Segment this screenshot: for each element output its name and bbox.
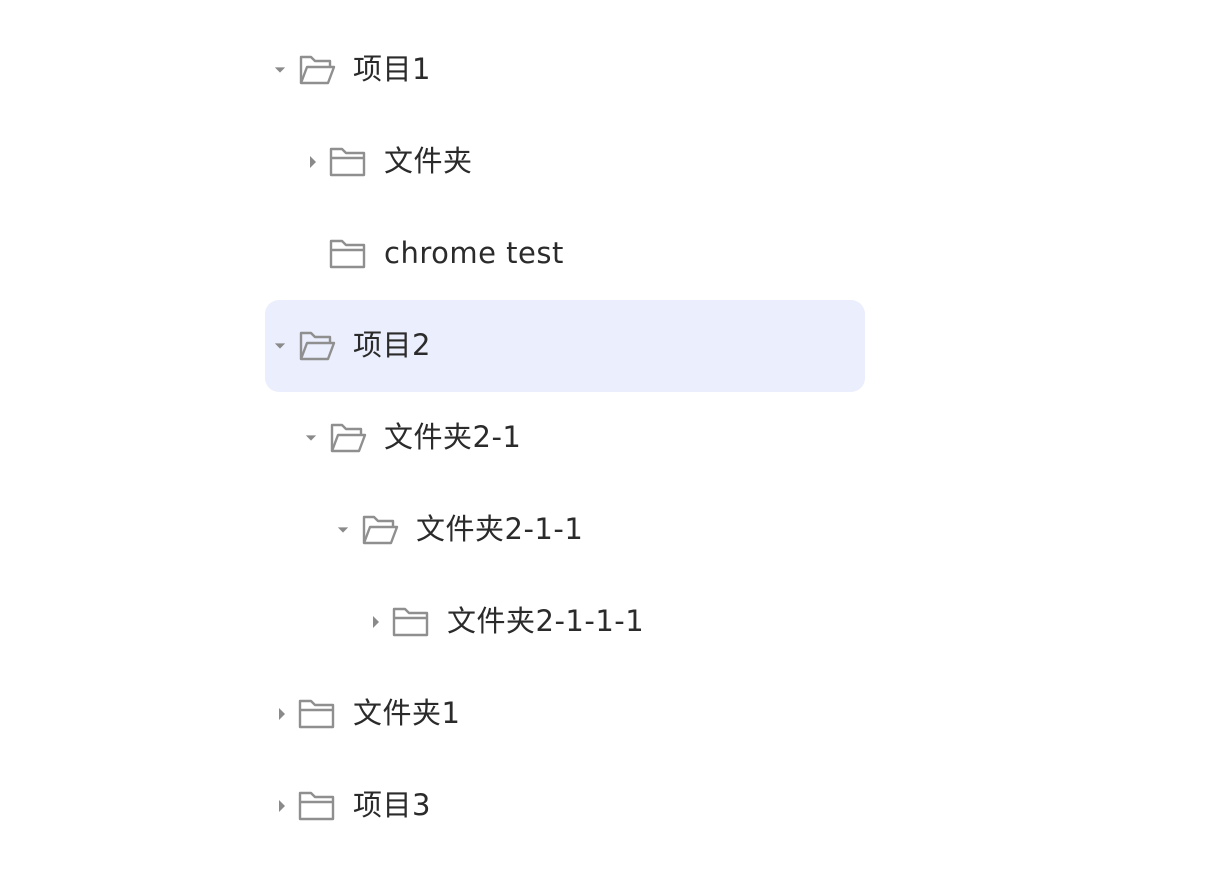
tree-item-folder-2-1-1[interactable]: 文件夹2-1-1 (265, 484, 865, 576)
folder-icon (329, 145, 367, 179)
folder-icon (298, 789, 336, 823)
folder-open-icon (329, 421, 367, 455)
tree-item-label: 文件夹 (384, 144, 473, 178)
tree-item-label: 文件夹2-1 (384, 420, 522, 454)
tree-item-label: 项目3 (353, 788, 431, 822)
tree-item-label: 项目2 (353, 328, 431, 362)
tree-item-folder-2-1-1-1[interactable]: 文件夹2-1-1-1 (265, 576, 865, 668)
caret-down-icon[interactable] (274, 340, 286, 352)
folder-open-icon (298, 53, 336, 87)
tree-item-label: 项目1 (353, 52, 431, 86)
caret-down-icon[interactable] (337, 524, 349, 536)
folder-icon (392, 605, 430, 639)
folder-tree: 项目1 文件夹 chrome test 项目2 文件夹2-1 文件夹2-1-1 … (265, 24, 865, 852)
tree-item-folder-2-1[interactable]: 文件夹2-1 (265, 392, 865, 484)
tree-item-project-3[interactable]: 项目3 (265, 760, 865, 852)
caret-right-icon[interactable] (370, 616, 382, 628)
tree-item-chrome-test[interactable]: chrome test (265, 208, 865, 300)
tree-item-project-1[interactable]: 项目1 (265, 24, 865, 116)
folder-icon (329, 237, 367, 271)
folder-open-icon (298, 329, 336, 363)
tree-item-label: 文件夹2-1-1-1 (447, 604, 645, 638)
folder-icon (298, 697, 336, 731)
tree-item-label: chrome test (384, 236, 564, 270)
tree-item-folder[interactable]: 文件夹 (265, 116, 865, 208)
caret-right-icon[interactable] (307, 156, 319, 168)
tree-item-label: 文件夹2-1-1 (416, 512, 584, 546)
caret-right-icon[interactable] (276, 708, 288, 720)
caret-down-icon[interactable] (305, 432, 317, 444)
caret-right-icon[interactable] (276, 800, 288, 812)
tree-item-folder-1[interactable]: 文件夹1 (265, 668, 865, 760)
tree-item-project-2[interactable]: 项目2 (265, 300, 865, 392)
folder-open-icon (361, 513, 399, 547)
caret-down-icon[interactable] (274, 64, 286, 76)
tree-item-label: 文件夹1 (353, 696, 461, 730)
